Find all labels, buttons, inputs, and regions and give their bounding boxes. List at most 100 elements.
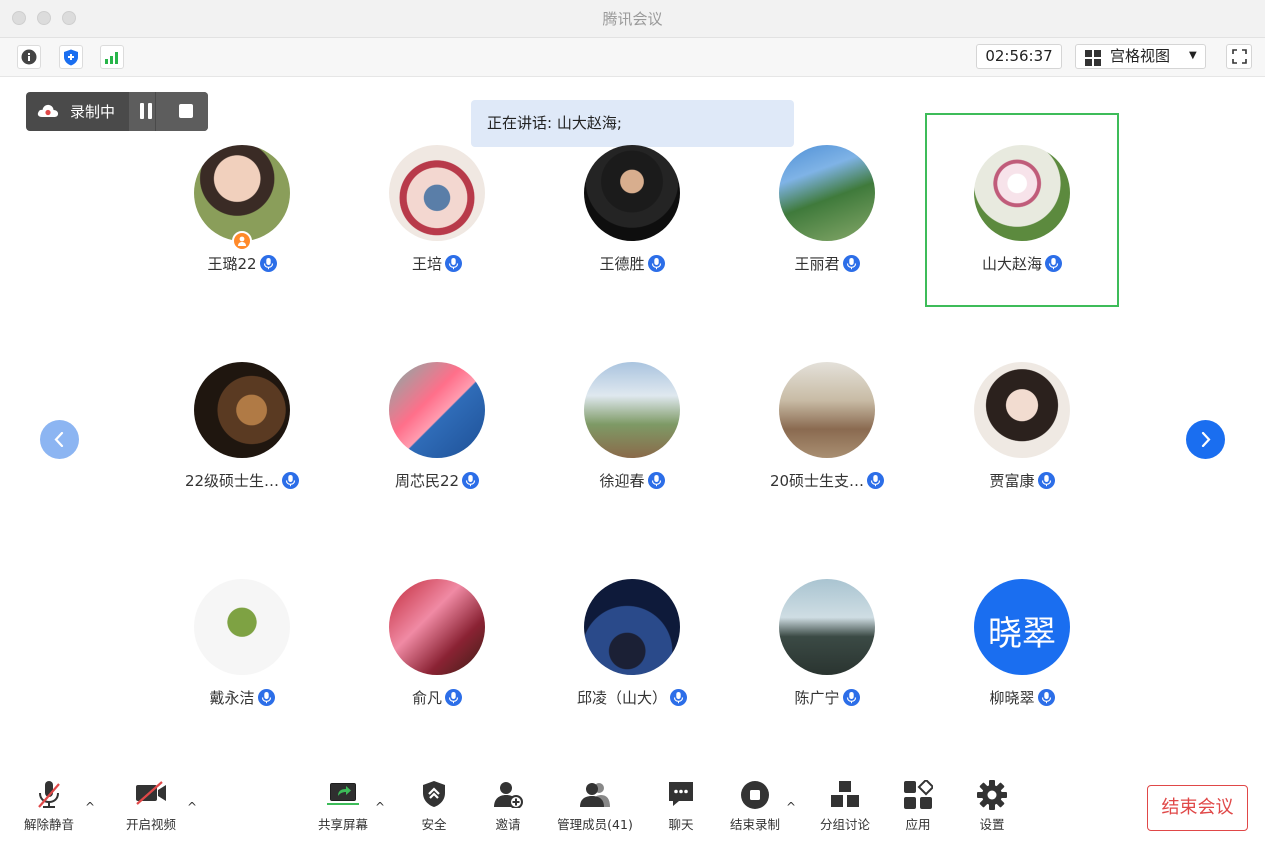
recording-label: 录制中 (70, 103, 116, 121)
participant-tile[interactable]: 邱凌（山大） (535, 547, 729, 741)
microphone-icon (1045, 255, 1062, 272)
participant-tile[interactable]: 20硕士生支… (730, 330, 924, 524)
network-status-button[interactable] (100, 45, 124, 69)
apps-label: 应用 (905, 817, 931, 832)
participant-tile[interactable]: 周芯民22 (340, 330, 534, 524)
unmute-button[interactable]: 解除静音 (16, 770, 82, 843)
chat-button[interactable]: 聊天 (659, 770, 703, 843)
microphone-icon (259, 255, 277, 272)
participant-tile[interactable]: 王德胜 (535, 113, 729, 307)
breakout-rooms-label: 分组讨论 (819, 817, 870, 832)
microphone-icon (445, 255, 462, 272)
chevron-down-icon: ▼ (1189, 50, 1197, 61)
microphone-icon (1037, 689, 1055, 706)
meeting-timer: 02:56:37 (976, 44, 1062, 69)
participant-avatar (389, 362, 485, 458)
participant-name: 王璐22 (145, 253, 339, 274)
unmute-label: 解除静音 (23, 817, 74, 832)
participant-name: 徐迎春 (535, 470, 729, 491)
chat-icon (669, 782, 693, 806)
add-person-icon (494, 782, 523, 808)
participant-name: 邱凌（山大） (535, 687, 729, 708)
participant-avatar (194, 362, 290, 458)
participant-name-text: 陈广宁 (794, 689, 840, 707)
members-icon (580, 783, 610, 807)
video-off-icon (136, 781, 166, 805)
recording-options-caret[interactable]: ^ (786, 800, 796, 814)
participant-tile[interactable]: 王培 (340, 113, 534, 307)
participant-tile[interactable]: 陈广宁 (730, 547, 924, 741)
participant-tile[interactable]: 晓翠 柳晓翠 (925, 547, 1119, 741)
participant-name: 周芯民22 (340, 470, 534, 491)
settings-label: 设置 (979, 817, 1005, 832)
participant-avatar (779, 145, 875, 241)
signal-bars-icon (105, 52, 118, 64)
security-shield-icon (423, 781, 445, 807)
start-video-label: 开启视频 (125, 817, 176, 832)
title-bar: 腾讯会议 (0, 0, 1265, 38)
participant-name: 俞凡 (340, 687, 534, 708)
participant-tile[interactable]: 王璐22 (145, 113, 339, 307)
settings-button[interactable]: 设置 (970, 770, 1014, 843)
audio-options-caret[interactable]: ^ (85, 800, 95, 814)
participant-name-text: 贾富康 (989, 472, 1035, 490)
participant-name-text: 俞凡 (411, 689, 442, 707)
share-screen-icon (327, 783, 359, 805)
participant-name-text: 徐迎春 (599, 472, 645, 490)
avatar-initials: 晓翠 (988, 614, 1056, 654)
manage-members-label: 管理成员(41) (557, 817, 633, 832)
participant-avatar (974, 145, 1070, 241)
security-status-button[interactable] (59, 45, 83, 69)
manage-members-button[interactable]: 管理成员(41) (553, 770, 637, 843)
participant-tile[interactable]: 王丽君 (730, 113, 924, 307)
info-button[interactable] (17, 45, 41, 69)
participant-avatar (779, 362, 875, 458)
microphone-icon (282, 472, 300, 489)
invite-button[interactable]: 邀请 (486, 770, 530, 843)
chevron-left-icon (54, 432, 64, 447)
shield-icon (64, 49, 78, 65)
participant-tile[interactable]: 俞凡 (340, 547, 534, 741)
fullscreen-icon (1232, 49, 1247, 64)
participant-avatar (584, 579, 680, 675)
share-screen-button[interactable]: 共享屏幕 (313, 770, 373, 843)
share-options-caret[interactable]: ^ (375, 800, 385, 814)
video-options-caret[interactable]: ^ (187, 800, 197, 814)
microphone-icon (445, 689, 462, 706)
next-page-button[interactable] (1186, 420, 1225, 459)
view-mode-label: 宫格视图 (1110, 47, 1171, 65)
participant-name: 山大赵海 (927, 253, 1117, 274)
breakout-rooms-button[interactable]: 分组讨论 (816, 770, 874, 843)
start-video-button[interactable]: 开启视频 (120, 770, 182, 843)
participant-tile[interactable]: 山大赵海 (925, 113, 1119, 307)
participant-tile[interactable]: 22级硕士生… (145, 330, 339, 524)
participant-name: 戴永洁 (145, 687, 339, 708)
microphone-icon (867, 472, 885, 489)
fullscreen-button[interactable] (1226, 44, 1252, 69)
apps-icon (904, 780, 933, 809)
participant-name: 20硕士生支… (730, 470, 924, 491)
participant-name-text: 王璐22 (207, 255, 257, 273)
security-button[interactable]: 安全 (412, 770, 456, 843)
previous-page-button[interactable] (40, 420, 79, 459)
participant-name-text: 山大赵海 (981, 255, 1042, 273)
grid-view-icon (1085, 50, 1101, 66)
participant-name: 王培 (340, 253, 534, 274)
participant-avatar (194, 145, 290, 241)
participant-name: 陈广宁 (730, 687, 924, 708)
end-recording-button[interactable]: 结束录制 (727, 770, 783, 843)
microphone-icon (462, 472, 480, 489)
end-recording-label: 结束录制 (729, 817, 780, 832)
stop-record-icon (741, 781, 769, 809)
end-meeting-button[interactable]: 结束会议 (1147, 785, 1248, 831)
invite-label: 邀请 (495, 817, 521, 832)
info-icon (21, 49, 37, 65)
participant-tile[interactable]: 戴永洁 (145, 547, 339, 741)
participant-tile[interactable]: 贾富康 (925, 330, 1119, 524)
participant-avatar (974, 362, 1070, 458)
view-mode-dropdown[interactable]: 宫格视图 ▼ (1075, 44, 1206, 69)
apps-button[interactable]: 应用 (896, 770, 940, 843)
participant-tile[interactable]: 徐迎春 (535, 330, 729, 524)
breakout-icon (831, 781, 859, 807)
participant-name-text: 柳晓翠 (989, 689, 1035, 707)
